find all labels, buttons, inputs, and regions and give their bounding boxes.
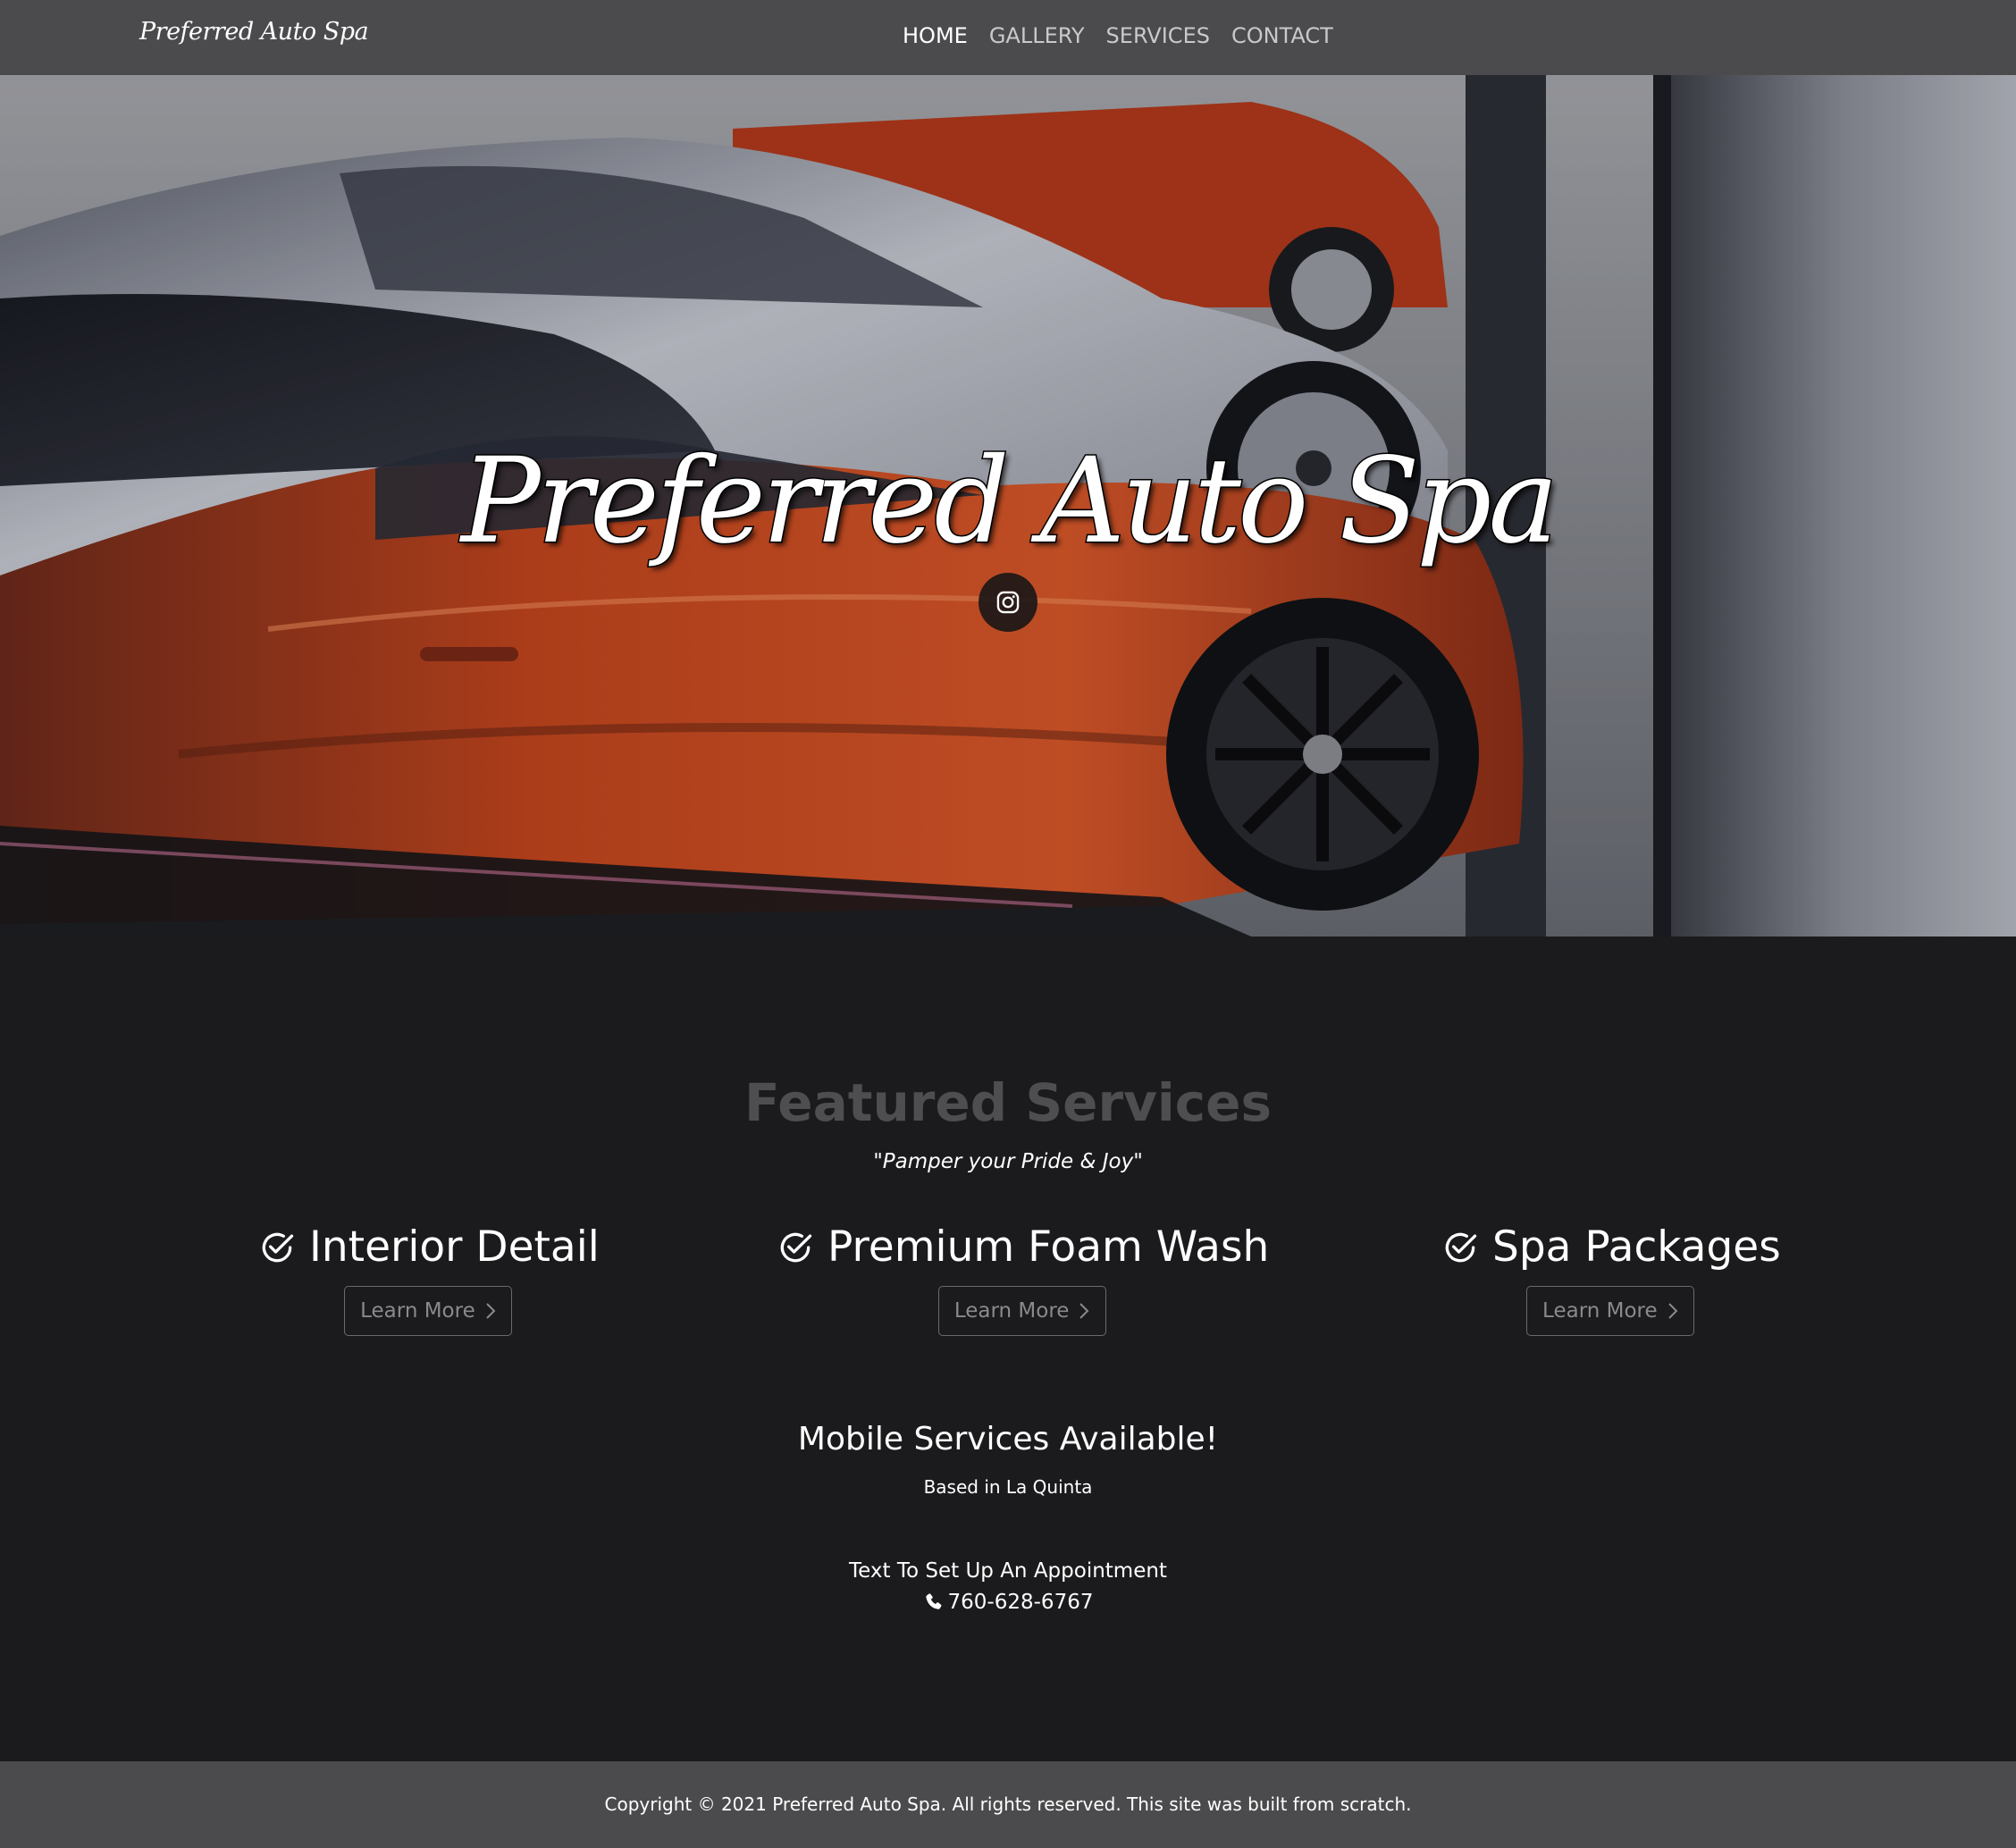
footer: Copyright © 2021 Preferred Auto Spa. All… <box>0 1761 2016 1848</box>
featured-services-title: Featured Services <box>743 1072 1273 1133</box>
service-name: Interior Detail <box>309 1222 600 1272</box>
service-interior-detail: Interior Detail Learn More <box>257 1222 600 1336</box>
copyright-text: Copyright © 2021 Preferred Auto Spa. All… <box>604 1793 1412 1815</box>
learn-more-button[interactable]: Learn More <box>938 1286 1107 1336</box>
phone-link[interactable]: 760-628-6767 <box>0 1591 2016 1614</box>
location-text: Based in La Quinta <box>923 1476 1093 1498</box>
chevron-right-icon <box>1079 1303 1089 1319</box>
check-circle-icon <box>1445 1232 1477 1262</box>
chevron-right-icon <box>486 1303 496 1319</box>
hero-section: Preferred Auto Spa <box>0 75 2016 937</box>
nav-contact[interactable]: CONTACT <box>1231 23 1333 48</box>
appointment-cta: Text To Set Up An Appointment <box>849 1559 1167 1583</box>
service-premium-foam-wash: Premium Foam Wash Learn More <box>776 1222 1269 1336</box>
service-name: Spa Packages <box>1492 1222 1781 1272</box>
instagram-button[interactable] <box>979 573 1037 632</box>
learn-more-label: Learn More <box>360 1299 475 1323</box>
featured-tagline: "Pamper your Pride & Joy" <box>873 1150 1143 1173</box>
instagram-icon <box>996 591 1020 614</box>
nav-home[interactable]: HOME <box>903 23 968 48</box>
phone-number: 760-628-6767 <box>947 1591 1094 1614</box>
learn-more-label: Learn More <box>953 1299 1070 1323</box>
check-circle-icon <box>262 1232 294 1262</box>
service-spa-packages: Spa Packages Learn More <box>1441 1222 1781 1336</box>
nav-links: HOME GALLERY SERVICES CONTACT <box>903 23 1333 48</box>
check-circle-icon <box>780 1232 812 1262</box>
navbar: Preferred Auto Spa HOME GALLERY SERVICES… <box>0 0 2016 75</box>
service-name: Premium Foam Wash <box>827 1222 1270 1272</box>
chevron-right-icon <box>1667 1303 1678 1319</box>
brand-logo[interactable]: Preferred Auto Spa <box>139 18 369 46</box>
hero-title: Preferred Auto Spa <box>459 432 1559 572</box>
nav-gallery[interactable]: GALLERY <box>989 23 1085 48</box>
phone-icon <box>925 1593 941 1609</box>
learn-more-button[interactable]: Learn More <box>1526 1286 1695 1336</box>
learn-more-button[interactable]: Learn More <box>344 1286 513 1336</box>
nav-services[interactable]: SERVICES <box>1106 23 1210 48</box>
mobile-services-title: Mobile Services Available! <box>797 1421 1219 1457</box>
learn-more-label: Learn More <box>1542 1299 1658 1323</box>
